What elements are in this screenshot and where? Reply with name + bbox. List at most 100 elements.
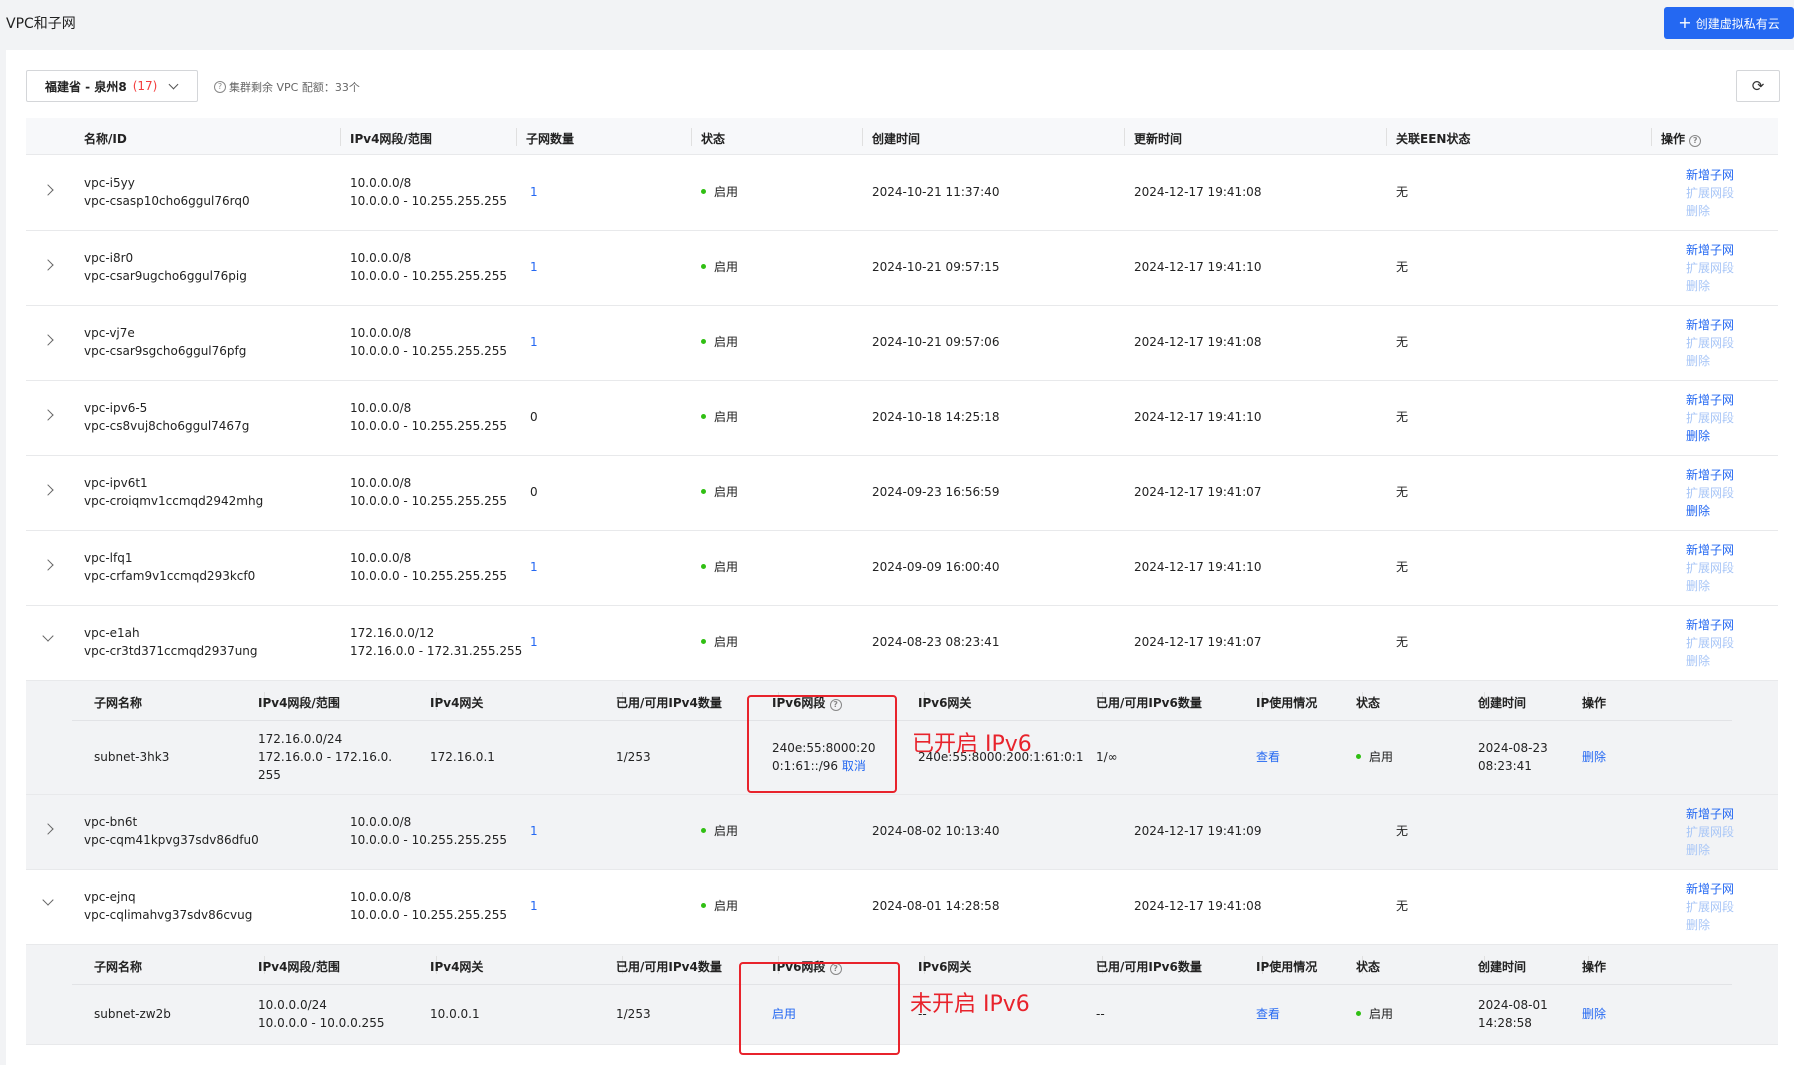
col-een: 关联EEN状态	[1396, 132, 1471, 146]
delete-link: 删除	[1686, 204, 1711, 218]
view-usage-link[interactable]: 查看	[1256, 748, 1280, 766]
sub-col-ops: 操作	[1582, 960, 1607, 974]
created-time: 2024-10-21 11:37:40	[872, 185, 1000, 199]
delete-link: 删除	[1686, 579, 1711, 593]
subnet-count-link[interactable]: 1	[530, 558, 538, 576]
vpc-name-cell: vpc-ejnq vpc-cqlimahvg37sdv86cvug	[84, 888, 252, 924]
vpc-range: 10.0.0.0 - 10.255.255.255	[350, 269, 508, 283]
delete-subnet-link[interactable]: 删除	[1582, 1005, 1606, 1023]
add-subnet-link[interactable]: 新增子网	[1686, 391, 1734, 409]
chevron-down-icon[interactable]	[42, 894, 54, 906]
top-bar: VPC和子网 + 创建虚拟私有云	[0, 0, 1794, 48]
sub-col-usage: IP使用情况	[1256, 696, 1318, 710]
subnet-row[interactable]: subnet-zw2b 10.0.0.0/24 10.0.0.0 - 10.0.0…	[72, 985, 1732, 1044]
vpc-cidr-cell: 10.0.0.0/8 10.0.0.0 - 10.255.255.255	[350, 249, 507, 285]
chevron-right-icon[interactable]	[42, 259, 54, 271]
add-subnet-link[interactable]: 新增子网	[1686, 805, 1734, 823]
table-row[interactable]: vpc-i8r0 vpc-csar9ugcho6ggul76pig 10.0.0.…	[26, 231, 1778, 306]
table-row[interactable]: vpc-vj7e vpc-csar9sgcho6ggul76pfg 10.0.0.…	[26, 306, 1778, 381]
chevron-right-icon[interactable]	[42, 334, 54, 346]
status-dot	[701, 903, 706, 908]
table-row[interactable]: vpc-bn6t vpc-cqm41kpvg37sdv86dfu0 10.0.0.…	[26, 795, 1778, 870]
col-ops-label: 操作	[1661, 132, 1686, 146]
vpc-name-cell: vpc-vj7e vpc-csar9sgcho6ggul76pfg	[84, 324, 246, 360]
chevron-right-icon[interactable]	[42, 823, 54, 835]
subnet-count-link[interactable]: 1	[530, 897, 538, 915]
table-row[interactable]: vpc-ipv6t1 vpc-croiqmv1ccmqd2942mhg 10.0.…	[26, 456, 1778, 531]
vpc-id: vpc-cr3td371ccmqd2937ung	[84, 644, 258, 658]
expand-cidr-link: 扩展网段	[1686, 186, 1735, 200]
subnet-created-time: 14:28:58	[1478, 1016, 1532, 1030]
refresh-button[interactable]: ⟳	[1736, 70, 1780, 102]
chevron-right-icon[interactable]	[42, 484, 54, 496]
vpc-name-cell: vpc-ipv6-5 vpc-cs8vuj8cho6ggul7467g	[84, 399, 249, 435]
chevron-right-icon[interactable]	[42, 559, 54, 571]
subnet-row[interactable]: subnet-3hk3 172.16.0.0/24 172.16.0.0 - 17…	[72, 721, 1732, 794]
een-status: 无	[1396, 635, 1409, 649]
vpc-name-cell: vpc-ipv6t1 vpc-croiqmv1ccmqd2942mhg	[84, 474, 263, 510]
subnet-count-link[interactable]: 1	[530, 633, 538, 651]
plus-icon: +	[1678, 13, 1692, 32]
subnet-count-link[interactable]: 1	[530, 183, 538, 201]
add-subnet-link[interactable]: 新增子网	[1686, 241, 1734, 259]
updated-time: 2024-12-17 19:41:09	[1134, 824, 1262, 838]
status-cell: 启用	[701, 897, 738, 915]
subnet-status-cell: 启用	[1356, 748, 1393, 766]
expand-cidr-link: 扩展网段	[1686, 900, 1735, 914]
add-subnet-link[interactable]: 新增子网	[1686, 466, 1734, 484]
subnet-count-link[interactable]: 1	[530, 822, 538, 840]
add-subnet-link[interactable]: 新增子网	[1686, 166, 1734, 184]
subnet-count-link[interactable]: 1	[530, 258, 538, 276]
table-row[interactable]: vpc-i5yy vpc-csasp10cho6ggul76rq0 10.0.0.…	[26, 156, 1778, 231]
table-row[interactable]: vpc-ipv6-5 vpc-cs8vuj8cho6ggul7467g 10.0.…	[26, 381, 1778, 456]
subnet-range: 172.16.0.0 - 172.16.0.255	[258, 750, 393, 782]
een-status: 无	[1396, 185, 1409, 199]
quota-text: 集群剩余 VPC 配额：33个	[229, 81, 360, 94]
table-row[interactable]: vpc-lfq1 vpc-crfam9v1ccmqd293kcf0 10.0.0.…	[26, 531, 1778, 606]
delete-link[interactable]: 删除	[1686, 502, 1734, 520]
add-subnet-link[interactable]: 新增子网	[1686, 541, 1734, 559]
col-separator	[1386, 128, 1387, 146]
col-ipv4: IPv4网段/范围	[350, 132, 432, 146]
col-separator	[1124, 128, 1125, 146]
col-separator	[862, 128, 863, 146]
vpc-name-cell: vpc-bn6t vpc-cqm41kpvg37sdv86dfu0	[84, 813, 259, 849]
status-text: 启用	[714, 485, 739, 499]
status-dot	[701, 264, 706, 269]
updated-time: 2024-12-17 19:41:08	[1134, 335, 1262, 349]
updated-time: 2024-12-17 19:41:10	[1134, 560, 1262, 574]
table-row[interactable]: vpc-e1ah vpc-cr3td371ccmqd2937ung 172.16.…	[26, 606, 1778, 681]
vpc-cidr-cell: 10.0.0.0/8 10.0.0.0 - 10.255.255.255	[350, 399, 507, 435]
region-select[interactable]: 福建省 - 泉州8 (17)	[26, 70, 198, 102]
add-subnet-link[interactable]: 新增子网	[1686, 880, 1734, 898]
chevron-right-icon[interactable]	[42, 409, 54, 421]
add-subnet-link[interactable]: 新增子网	[1686, 316, 1734, 334]
vpc-cidr: 10.0.0.0/8	[350, 251, 412, 265]
vpc-id: vpc-cqlimahvg37sdv86cvug	[84, 908, 253, 922]
sub-col-ipv4: IPv4网段/范围	[258, 960, 340, 974]
annotation-box-disabled	[739, 962, 900, 1055]
ops-cell: 新增子网 扩展网段 删除	[1686, 466, 1734, 520]
subnet-name: subnet-zw2b	[94, 1007, 171, 1021]
vpc-id: vpc-csar9ugcho6ggul76pig	[84, 269, 247, 283]
delete-link: 删除	[1686, 843, 1711, 857]
subnet-count-link[interactable]: 1	[530, 333, 538, 351]
een-status: 无	[1396, 260, 1409, 274]
status-text: 启用	[1369, 750, 1394, 764]
subnet-table-header: 子网名称 IPv4网段/范围 IPv4网关 已用/可用IPv4数量 IPv6网段…	[72, 945, 1732, 985]
status-cell: 启用	[701, 633, 738, 651]
add-subnet-link[interactable]: 新增子网	[1686, 616, 1734, 634]
delete-link[interactable]: 删除	[1686, 427, 1734, 445]
create-vpc-button[interactable]: + 创建虚拟私有云	[1664, 7, 1794, 39]
delete-subnet-link[interactable]: 删除	[1582, 748, 1606, 766]
vpc-range: 10.0.0.0 - 10.255.255.255	[350, 833, 508, 847]
subnet-status-cell: 启用	[1356, 1005, 1393, 1023]
chevron-down-icon[interactable]	[42, 630, 54, 642]
vpc-name: vpc-ipv6t1	[84, 476, 148, 490]
table-row[interactable]: vpc-ejnq vpc-cqlimahvg37sdv86cvug 10.0.0.…	[26, 870, 1778, 945]
vpc-cidr: 10.0.0.0/8	[350, 476, 412, 490]
subnet-created-cell: 2024-08-23 08:23:41	[1478, 739, 1548, 775]
view-usage-link[interactable]: 查看	[1256, 1005, 1280, 1023]
chevron-right-icon[interactable]	[42, 184, 54, 196]
ipv6-count: --	[1096, 1007, 1105, 1021]
